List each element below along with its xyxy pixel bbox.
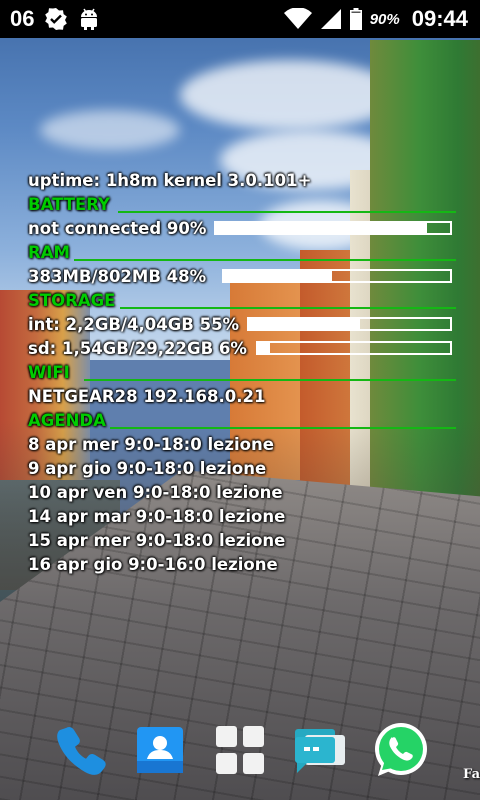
phone-icon bbox=[57, 726, 106, 775]
status-bar[interactable]: 06 90% 09:44 bbox=[0, 0, 480, 38]
checkmark-badge-icon bbox=[44, 7, 68, 31]
messaging-app-button[interactable] bbox=[288, 718, 352, 782]
ram-heading: RAM bbox=[28, 243, 70, 262]
wallpaper-cloud bbox=[180, 60, 400, 130]
battery-status: not connected 90% bbox=[28, 219, 207, 238]
corner-label: Fa bbox=[463, 767, 480, 782]
storage-heading: STORAGE bbox=[28, 291, 116, 310]
uptime-text: uptime: 1h8m kernel 3.0.101+ bbox=[28, 171, 312, 190]
ram-divider bbox=[74, 259, 456, 261]
agenda-divider bbox=[110, 427, 456, 429]
battery-percent: 90% bbox=[369, 10, 400, 28]
wallpaper-cloud bbox=[40, 110, 180, 150]
agenda-item: 9 apr gio 9:0-18:0 lezione bbox=[28, 459, 267, 478]
wifi-icon bbox=[283, 8, 312, 30]
android-icon bbox=[78, 7, 100, 31]
whatsapp-icon bbox=[375, 723, 427, 776]
ram-bar bbox=[222, 269, 452, 283]
ram-usage: 383MB/802MB 48% bbox=[28, 267, 207, 286]
battery-bar-fill bbox=[216, 223, 427, 233]
whatsapp-app-button[interactable] bbox=[368, 718, 432, 782]
battery-divider bbox=[118, 211, 456, 213]
clock: 09:44 bbox=[411, 6, 468, 31]
battery-bar bbox=[214, 221, 452, 235]
wifi-divider bbox=[84, 379, 456, 381]
storage-sd-bar bbox=[256, 341, 452, 355]
contacts-app-button[interactable] bbox=[128, 718, 192, 782]
wifi-network: NETGEAR28 192.168.0.21 bbox=[28, 387, 266, 406]
storage-sd: sd: 1,54GB/29,22GB 6% bbox=[28, 339, 247, 358]
storage-internal-bar-fill bbox=[249, 319, 360, 329]
messaging-icon bbox=[295, 729, 345, 773]
contacts-icon bbox=[137, 727, 183, 773]
storage-sd-bar-fill bbox=[258, 343, 270, 353]
notification-count: 06 bbox=[10, 6, 35, 31]
phone-app-button[interactable] bbox=[48, 718, 112, 782]
ram-bar-fill bbox=[224, 271, 333, 281]
storage-internal-bar bbox=[247, 317, 452, 331]
storage-divider bbox=[120, 307, 456, 309]
wifi-heading: WIFI bbox=[28, 363, 70, 382]
battery-icon bbox=[349, 8, 362, 30]
battery-heading: BATTERY bbox=[28, 195, 110, 214]
agenda-item: 16 apr gio 9:0-16:0 lezione bbox=[28, 555, 278, 574]
storage-internal: int: 2,2GB/4,04GB 55% bbox=[28, 315, 240, 334]
app-drawer-button[interactable] bbox=[208, 718, 272, 782]
signal-icon bbox=[320, 8, 342, 30]
app-drawer-icon bbox=[216, 726, 264, 774]
agenda-item: 8 apr mer 9:0-18:0 lezione bbox=[28, 435, 274, 454]
agenda-heading: AGENDA bbox=[28, 411, 106, 430]
app-dock: Fa bbox=[0, 718, 480, 788]
agenda-item: 10 apr ven 9:0-18:0 lezione bbox=[28, 483, 283, 502]
agenda-item: 14 apr mar 9:0-18:0 lezione bbox=[28, 507, 286, 526]
agenda-item: 15 apr mer 9:0-18:0 lezione bbox=[28, 531, 286, 550]
